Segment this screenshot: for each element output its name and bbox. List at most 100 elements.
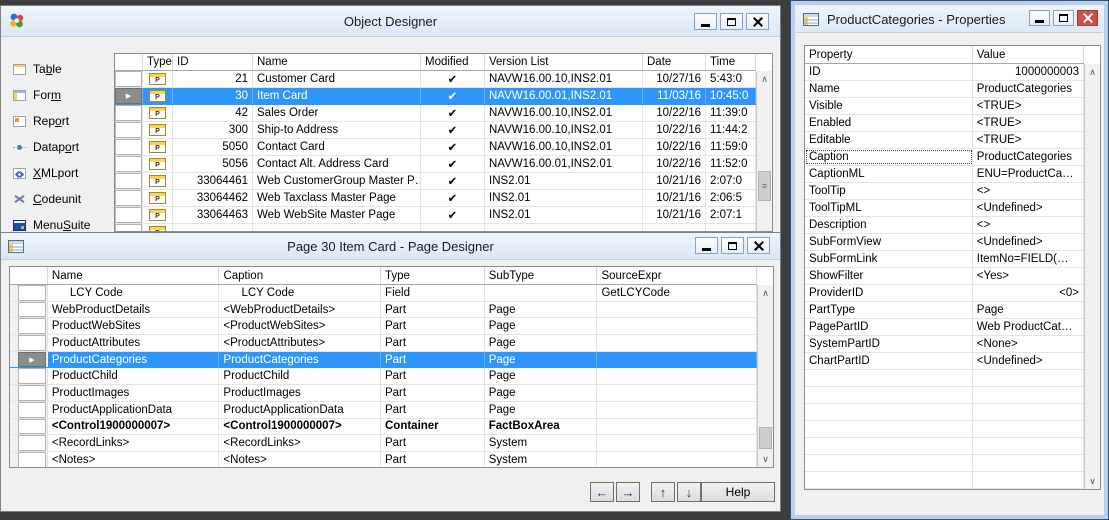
cell-source[interactable] — [597, 368, 757, 385]
table-row[interactable]: ToolTip <> — [805, 183, 1084, 200]
cell-type[interactable]: P — [143, 71, 173, 87]
table-row[interactable]: P 33064462 Web Taxclass Master Page ✔ INS2.0… — [115, 190, 756, 207]
cell-property[interactable]: ToolTip — [805, 183, 973, 199]
cell-caption[interactable]: <ProductAttributes> — [219, 335, 381, 351]
cell-name[interactable]: Web WebSite Master Page — [253, 207, 421, 223]
cell-time[interactable]: 11:39:0 — [706, 105, 756, 121]
cell-id[interactable]: 300 — [173, 122, 253, 138]
row-selector[interactable] — [18, 401, 46, 418]
cell-subtype[interactable]: Page — [485, 385, 598, 401]
cell-modified[interactable]: ✔ — [421, 173, 485, 189]
cell-value[interactable]: <> — [973, 217, 1084, 233]
cell-value[interactable]: <TRUE> — [973, 115, 1084, 131]
cell-source[interactable] — [597, 301, 757, 318]
table-row[interactable] — [805, 404, 1084, 421]
row-selector[interactable] — [115, 139, 142, 155]
scroll-down-button[interactable]: ∨ — [758, 451, 773, 467]
table-row[interactable]: ToolTipML <Undefined> — [805, 200, 1084, 217]
cell-type[interactable]: Part — [381, 435, 485, 451]
cell-caption[interactable]: ProductCategories — [219, 351, 381, 368]
cell-property[interactable] — [805, 472, 973, 488]
table-row[interactable]: ProductWebSites <ProductWebSites> Part Page — [10, 318, 757, 336]
cell-property[interactable] — [805, 455, 973, 471]
cell-property[interactable]: ChartPartID — [805, 353, 973, 369]
move-down-button[interactable]: ↓ — [677, 482, 701, 502]
cell-id[interactable]: 30 — [173, 88, 253, 104]
cell-property[interactable]: ShowFilter — [805, 268, 973, 284]
cell-name[interactable]: ProductChild — [48, 368, 220, 385]
cell-name[interactable] — [253, 224, 421, 231]
cell-date[interactable] — [643, 224, 706, 231]
table-row[interactable]: Visible <TRUE> — [805, 98, 1084, 115]
cell-type[interactable]: Part — [381, 401, 485, 418]
cell-subtype[interactable]: Page — [485, 401, 598, 418]
row-selector[interactable] — [115, 190, 142, 206]
cell-subtype[interactable]: Page — [485, 368, 598, 385]
help-button[interactable]: Help — [701, 482, 775, 502]
cell-caption[interactable]: <Control1900000007> — [219, 418, 381, 435]
table-row[interactable]: Caption ProductCategories — [805, 149, 1084, 166]
cell-date[interactable]: 10/21/16 — [643, 190, 706, 206]
cell-type[interactable]: Part — [381, 385, 485, 401]
sidebar-item-report[interactable]: Report — [13, 108, 113, 134]
cell-sel[interactable] — [115, 190, 143, 206]
cell-version[interactable]: INS2.01 — [485, 173, 643, 189]
row-selector[interactable] — [115, 71, 142, 87]
table-row[interactable] — [805, 421, 1084, 438]
cell-name[interactable]: Customer Card — [253, 71, 421, 87]
close-button[interactable] — [1077, 10, 1098, 26]
cell-id[interactable]: 21 — [173, 71, 253, 87]
table-row[interactable] — [805, 370, 1084, 387]
cell-time[interactable]: 11:44:2 — [706, 122, 756, 138]
table-row[interactable]: WebProductDetails <WebProductDetails> Part… — [10, 301, 757, 319]
sidebar-item-table[interactable]: Table — [13, 56, 113, 82]
cell-id[interactable]: 42 — [173, 105, 253, 121]
cell-version[interactable]: NAVW16.00.01,INS2.01 — [485, 88, 643, 104]
table-row[interactable]: CaptionML ENU=ProductCa… — [805, 166, 1084, 183]
cell-caption[interactable]: LCY Code — [219, 285, 382, 301]
sidebar-item-codeunit[interactable]: Codeunit — [13, 186, 113, 212]
cell-modified[interactable] — [421, 224, 485, 231]
table-row[interactable]: ▶ ProductCategories ProductCategories Part P… — [10, 351, 757, 369]
cell-caption[interactable]: ProductImages — [219, 385, 381, 401]
row-selector[interactable] — [18, 318, 46, 335]
table-row[interactable]: <Notes> <Notes> Part System — [10, 451, 757, 467]
cell-value[interactable]: ItemNo=FIELD(… — [973, 251, 1084, 267]
table-row[interactable]: PartType Page — [805, 302, 1084, 319]
table-row[interactable]: ProductImages ProductImages Part Page — [10, 385, 757, 402]
cell-time[interactable]: 2:07:0 — [706, 173, 756, 189]
cell-sel[interactable] — [115, 139, 143, 155]
cell-name[interactable]: <RecordLinks> — [48, 435, 220, 451]
table-row[interactable]: LCY Code LCY Code Field GetLCYCode — [10, 285, 757, 302]
cell-type[interactable]: P — [143, 190, 173, 206]
minimize-button[interactable] — [694, 13, 717, 30]
cell-value[interactable]: ProductCategories — [973, 81, 1084, 97]
cell-modified[interactable]: ✔ — [421, 105, 485, 121]
cell-property[interactable]: Name — [805, 81, 973, 97]
cell-value[interactable]: <Undefined> — [973, 234, 1084, 250]
cell-subtype[interactable] — [485, 285, 598, 301]
minimize-button[interactable] — [1029, 10, 1050, 26]
cell-caption[interactable]: ProductApplicationData — [219, 401, 381, 418]
cell-sel[interactable] — [115, 156, 143, 172]
table-row[interactable]: Description <> — [805, 217, 1084, 234]
cell-date[interactable]: 10/22/16 — [643, 156, 706, 172]
cell-modified[interactable]: ✔ — [421, 207, 485, 223]
cell-source[interactable] — [597, 401, 757, 418]
row-selector[interactable] — [18, 368, 46, 385]
cell-value[interactable]: Page — [973, 302, 1084, 318]
cell-name[interactable]: Sales Order — [253, 105, 421, 121]
cell-property[interactable]: Caption — [805, 149, 973, 165]
cell-sel[interactable] — [115, 224, 143, 231]
cell-property[interactable]: ID — [805, 64, 973, 80]
table-row[interactable]: Editable <TRUE> — [805, 132, 1084, 149]
cell-type[interactable]: Part — [381, 335, 485, 351]
row-selector[interactable]: ▶ — [18, 351, 46, 368]
table-row[interactable]: ShowFilter <Yes> — [805, 268, 1084, 285]
cell-caption[interactable]: <RecordLinks> — [219, 435, 381, 451]
move-left-button[interactable]: ← — [590, 482, 614, 502]
row-selector[interactable] — [18, 418, 46, 435]
cell-date[interactable]: 10/22/16 — [643, 122, 706, 138]
cell-subtype[interactable]: System — [485, 435, 598, 451]
cell-value[interactable] — [973, 438, 1084, 454]
